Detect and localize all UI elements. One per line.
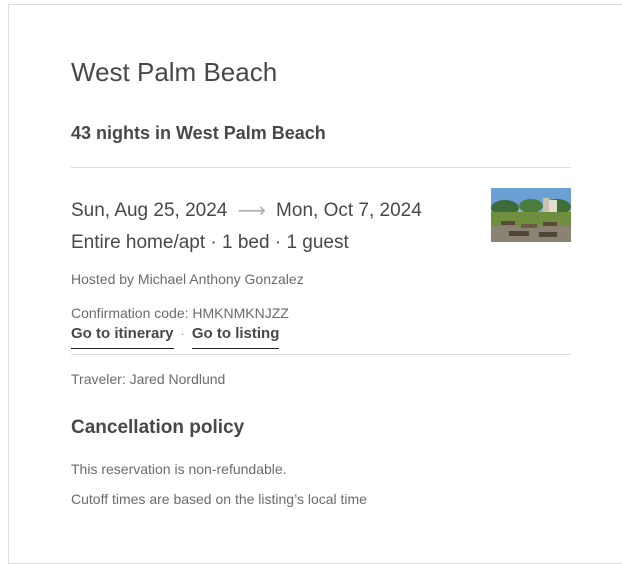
- link-separator: ·: [180, 326, 185, 341]
- arrow-right-icon: ⟶: [237, 200, 267, 222]
- cancellation-policy-text: This reservation is non-refundable.: [71, 461, 287, 477]
- go-to-itinerary-link[interactable]: Go to itinerary: [71, 325, 174, 349]
- listing-thumbnail[interactable]: [491, 188, 571, 242]
- nights-summary: 43 nights in West Palm Beach: [71, 123, 326, 143]
- traveler-line: Traveler: Jared Nordlund: [71, 371, 226, 387]
- divider: [71, 354, 571, 355]
- city-title: West Palm Beach: [71, 57, 278, 87]
- cancellation-title: Cancellation policy: [71, 417, 245, 438]
- room-summary: Entire home/apt · 1 bed · 1 guest: [71, 232, 349, 253]
- cutoff-times-text: Cutoff times are based on the listing’s …: [71, 491, 367, 507]
- reservation-links: Go to itinerary · Go to listing: [71, 325, 280, 349]
- listing-photo-icon: [491, 188, 571, 242]
- check-in-date: Sun, Aug 25, 2024: [71, 199, 228, 221]
- go-to-listing-link[interactable]: Go to listing: [191, 325, 280, 349]
- divider: [71, 167, 571, 168]
- check-out-date: Mon, Oct 7, 2024: [276, 199, 422, 221]
- stay-dates: Sun, Aug 25, 2024 ⟶ Mon, Oct 7, 2024: [71, 198, 422, 223]
- reservation-card: West Palm Beach 43 nights in West Palm B…: [8, 4, 622, 564]
- confirmation-code: Confirmation code: HMKNMKNJZZ: [71, 305, 289, 321]
- host-line: Hosted by Michael Anthony Gonzalez: [71, 271, 304, 287]
